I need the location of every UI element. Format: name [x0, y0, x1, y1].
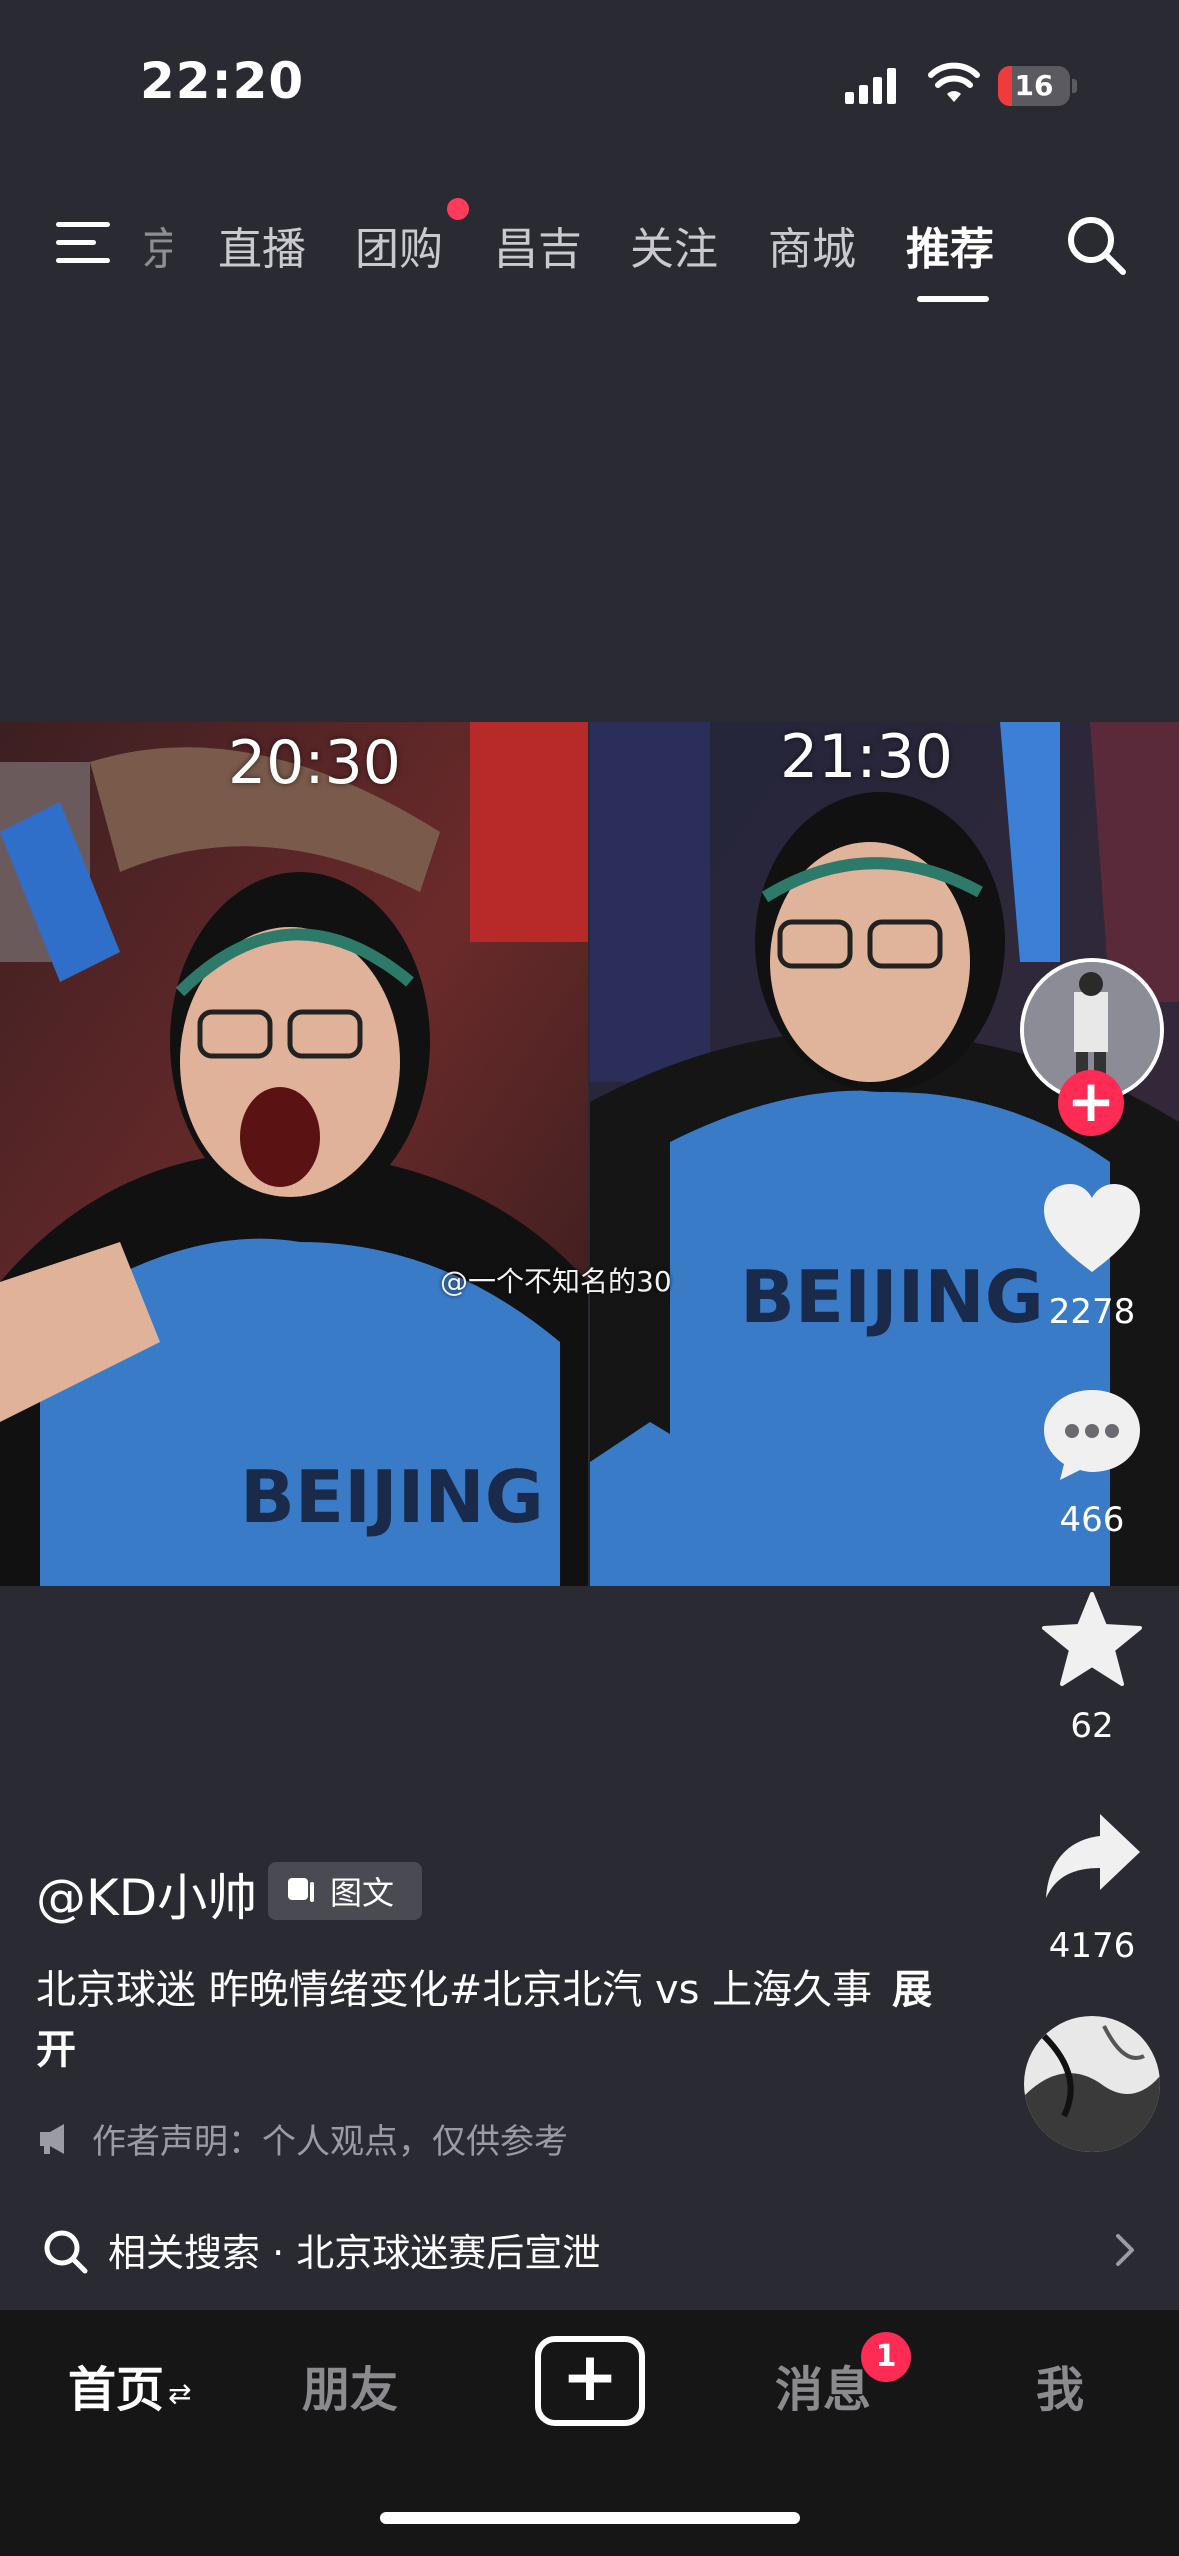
create-post-button[interactable]: +	[535, 2336, 645, 2426]
svg-text:BEIJING: BEIJING	[740, 1255, 1044, 1339]
tab-mall[interactable]: 商城	[768, 213, 856, 277]
star-icon[interactable]	[1040, 1590, 1144, 1690]
favorite-count: 62	[1070, 1706, 1114, 1746]
comment-count: 466	[1059, 1500, 1125, 1540]
home-indicator[interactable]	[380, 2512, 800, 2524]
statement-text: 作者声明：个人观点，仅供参考	[92, 2122, 568, 2162]
wifi-icon	[928, 62, 980, 102]
post-caption: 北京球迷 昨晚情绪变化#北京北汽 vs 上海久事 展开	[36, 1960, 936, 2080]
search-icon[interactable]	[1063, 212, 1129, 278]
images-icon	[288, 1878, 314, 1902]
related-search-text: 相关搜索 · 北京球迷赛后宣泄	[108, 2231, 601, 2275]
notification-dot	[447, 198, 469, 220]
overlay-time-right: 21:30	[780, 722, 953, 792]
author-username[interactable]: @KD小帅	[36, 1858, 257, 1930]
author-statement: 作者声明：个人观点，仅供参考	[36, 2114, 568, 2163]
message-badge: 1	[861, 2332, 911, 2382]
nav-home[interactable]: 首页 ⇄	[68, 2350, 191, 2420]
battery-icon: 16	[998, 66, 1078, 106]
tab-following[interactable]: 关注	[630, 213, 718, 277]
svg-text:BEIJING: BEIJING	[240, 1455, 544, 1539]
megaphone-icon	[40, 2123, 64, 2154]
weibo-watermark: @一个不知名的30	[440, 1265, 672, 1298]
tab-beijing-partial[interactable]: 京	[142, 213, 172, 277]
music-disc-icon[interactable]	[1024, 2016, 1160, 2152]
tab-recommended[interactable]: 推荐	[906, 213, 994, 277]
active-tab-indicator	[917, 296, 989, 302]
chevron-right-icon	[1116, 2234, 1134, 2266]
swap-icon: ⇄	[168, 2376, 192, 2410]
share-icon[interactable]	[1040, 1806, 1144, 1906]
nav-friends[interactable]: 朋友	[302, 2350, 398, 2420]
like-count: 2278	[1048, 1292, 1136, 1332]
related-search-bar[interactable]: 相关搜索 · 北京球迷赛后宣泄	[0, 2188, 1179, 2308]
search-icon	[44, 2230, 88, 2274]
menu-icon[interactable]	[50, 218, 114, 268]
post-image[interactable]: BEIJING 20:30 BEIJING 21:30 @一个不知名的30	[0, 722, 1179, 1586]
overlay-time-left: 20:30	[228, 728, 401, 798]
comment-icon[interactable]	[1040, 1384, 1144, 1484]
share-count: 4176	[1048, 1926, 1136, 1966]
post-type-badge: 图文	[268, 1862, 422, 1920]
tab-live[interactable]: 直播	[218, 213, 306, 277]
nav-messages[interactable]: 消息	[775, 2350, 871, 2420]
cellular-signal-icon	[845, 68, 896, 104]
tab-group-buy[interactable]: 团购	[355, 213, 443, 277]
nav-home-label: 首页	[68, 2362, 165, 2418]
nav-me[interactable]: 我	[1036, 2350, 1084, 2420]
battery-level: 16	[1014, 69, 1054, 102]
follow-button[interactable]: +	[1058, 1070, 1124, 1136]
photo-panel-left: BEIJING 20:30	[0, 722, 588, 1586]
caption-text: 北京球迷 昨晚情绪变化#北京北汽 vs 上海久事	[36, 1967, 873, 2013]
status-time: 22:20	[140, 52, 305, 110]
fan-photo-left: BEIJING	[0, 722, 588, 1586]
post-type-label: 图文	[330, 1874, 395, 1912]
tab-changji[interactable]: 昌吉	[494, 213, 582, 277]
heart-icon[interactable]	[1040, 1180, 1144, 1280]
